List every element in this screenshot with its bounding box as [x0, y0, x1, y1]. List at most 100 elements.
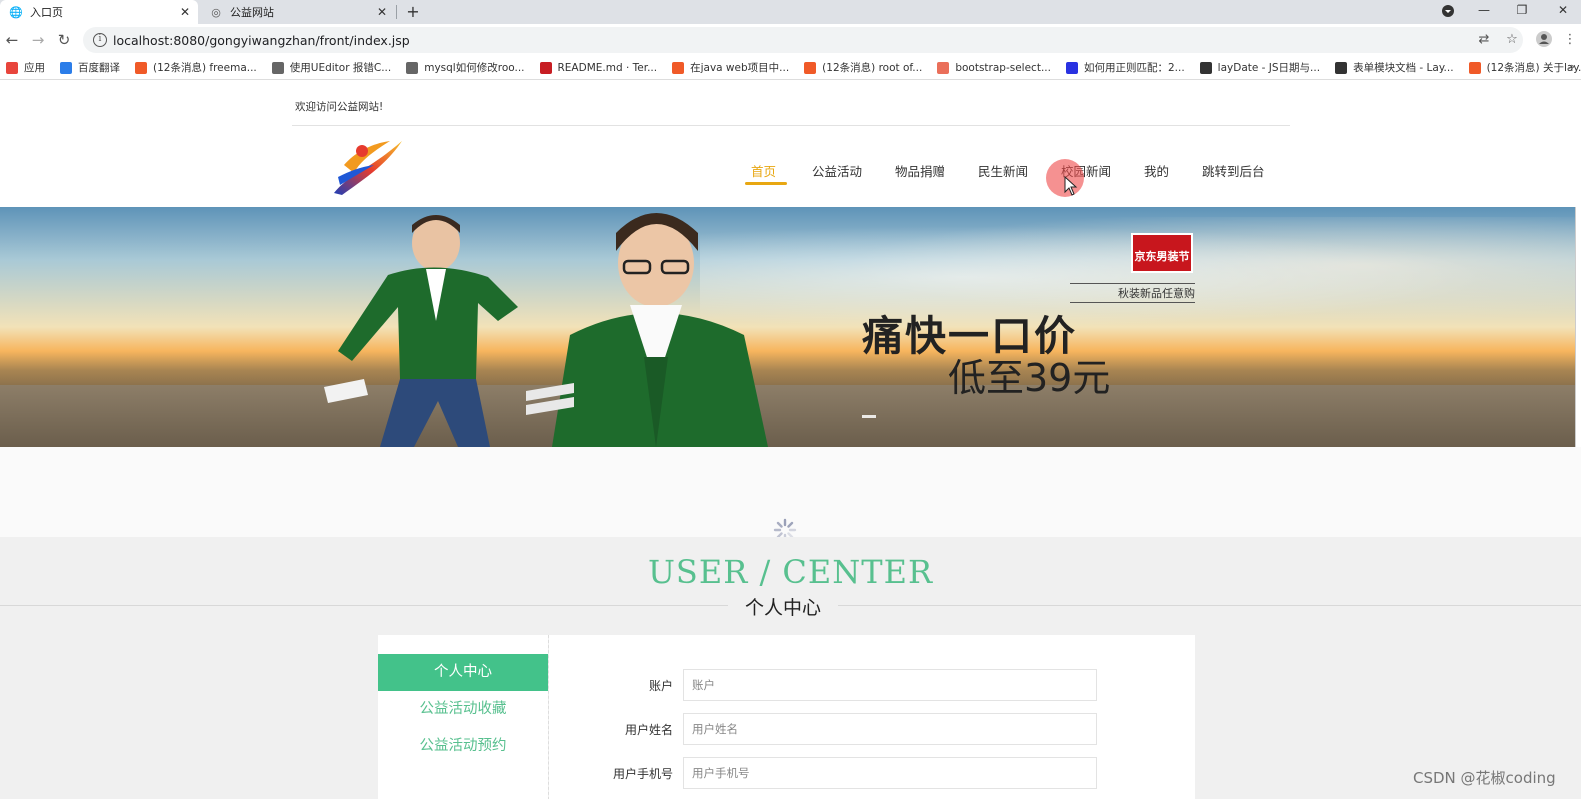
bookmark-label: README.md · Ter...: [557, 61, 658, 74]
site-info-icon[interactable]: i: [93, 33, 107, 47]
tab-separator: [396, 5, 397, 19]
bookmarks-overflow-icon[interactable]: »: [1568, 60, 1575, 73]
account-avatar-icon[interactable]: [1535, 31, 1553, 49]
header-divider: [292, 125, 1290, 126]
tab-label: 公益网站: [230, 6, 274, 19]
web-page: 欢迎访问公益网站! 首页 公益活动 物品捐赠 民生新闻 校园新闻 我的 跳转到后…: [0, 81, 1581, 799]
generic-site-icon: [271, 61, 284, 74]
more-menu-icon[interactable]: ⋮: [1561, 31, 1579, 49]
model-standing-image: [526, 213, 768, 447]
promo-banner[interactable]: 京东男装节 秋装新品任意购 痛快一口价 低至39元: [0, 207, 1581, 447]
nav-charity-activities[interactable]: 公益活动: [812, 161, 862, 180]
shield-site-icon: ◎: [211, 5, 221, 19]
bookmark-item[interactable]: 在java web项目中...: [672, 60, 789, 75]
bookmark-item[interactable]: mysql如何修改roo...: [406, 60, 525, 75]
browser-toolbar: ← → ↻ i localhost:8080/gongyiwangzhan/fr…: [0, 24, 1581, 56]
forward-icon[interactable]: →: [28, 30, 48, 50]
nav-mine[interactable]: 我的: [1144, 161, 1169, 180]
layui-icon: [1335, 61, 1348, 74]
menu-activity-favorites[interactable]: 公益活动收藏: [378, 691, 548, 728]
welcome-text: 欢迎访问公益网站!: [295, 101, 384, 113]
apps-grid-icon: [6, 61, 18, 74]
nav-item-donation[interactable]: 物品捐赠: [895, 161, 945, 180]
generic-site-icon: [406, 61, 419, 74]
bookmark-item[interactable]: (12条消息) 关于lay...: [1468, 60, 1581, 75]
browser-tab-active[interactable]: 🌐 入口页 ✕: [0, 0, 198, 24]
form-row-username: 用户姓名: [549, 713, 1195, 745]
banner-price: 低至39元: [948, 356, 1111, 400]
user-center-section: USER / CENTER 个人中心 个人中心 公益活动收藏 公益活动预约 账户…: [0, 537, 1581, 799]
address-bar[interactable]: i localhost:8080/gongyiwangzhan/front/in…: [83, 27, 1523, 53]
username-input[interactable]: [683, 713, 1097, 745]
reload-icon[interactable]: ↻: [54, 30, 74, 50]
username-label: 用户姓名: [624, 723, 673, 737]
bookmark-label: 如何用正则匹配：2...: [1083, 62, 1185, 74]
bookmark-label: 应用: [24, 62, 45, 74]
menu-personal-center[interactable]: 个人中心: [378, 654, 548, 691]
bookmark-label: 表单模块文档 - Lay...: [1353, 62, 1454, 74]
translate-icon[interactable]: ⇄: [1475, 31, 1493, 49]
bookmarks-bar: 应用 百度翻译 (12条消息) freema... 使用UEditor 报错C... m…: [0, 56, 1581, 80]
bookmark-item[interactable]: (12条消息) freema...: [135, 60, 257, 75]
bookmark-item[interactable]: layDate - JS日期与...: [1199, 60, 1321, 75]
bookmark-label: 在java web项目中...: [690, 62, 790, 74]
tab-close-icon[interactable]: ✕: [373, 5, 391, 19]
new-tab-icon[interactable]: +: [403, 1, 423, 23]
layui-icon: [1199, 61, 1212, 74]
bookmark-label: layDate - JS日期与...: [1217, 62, 1321, 74]
jd-mens-festival-badge: 京东男装节: [1131, 233, 1193, 273]
bookmark-star-icon[interactable]: ☆: [1503, 31, 1521, 49]
account-label: 账户: [648, 679, 673, 693]
bookmark-item[interactable]: 百度翻译: [60, 60, 120, 75]
gitee-icon: [539, 61, 552, 74]
bookmark-item[interactable]: 表单模块文档 - Lay...: [1335, 60, 1454, 75]
carousel-indicator[interactable]: [862, 415, 876, 418]
bookmark-item[interactable]: (12条消息) root of...: [804, 60, 922, 75]
bookmark-label: (12条消息) root of...: [822, 62, 923, 74]
tab-label: 入口页: [30, 6, 63, 19]
form-row-phone: 用户手机号: [549, 757, 1195, 789]
phone-input[interactable]: [683, 757, 1097, 789]
phone-label: 用户手机号: [612, 767, 673, 781]
mouse-cursor-icon: [1064, 176, 1078, 196]
form-row-account: 账户: [549, 669, 1195, 701]
account-input[interactable]: [683, 669, 1097, 701]
profile-form: 账户 用户姓名 用户手机号: [549, 635, 1195, 799]
bookmark-item[interactable]: 使用UEditor 报错C...: [271, 60, 391, 75]
csdn-icon: [135, 61, 147, 74]
browser-tab-inactive[interactable]: ◎ 公益网站 ✕: [200, 0, 395, 24]
bookmark-item[interactable]: bootstrap-select...: [937, 61, 1051, 74]
profile-menu-icon[interactable]: [1430, 0, 1466, 22]
csdn-icon: [672, 61, 685, 74]
nav-active-underline: [745, 182, 787, 185]
baidu-translate-icon: [60, 61, 72, 74]
user-center-menu: 个人中心 公益活动收藏 公益活动预约: [378, 635, 548, 799]
user-center-title: USER / CENTER: [647, 553, 934, 591]
bookmark-label: (12条消息) 关于lay...: [1486, 62, 1581, 74]
menu-activity-reservations[interactable]: 公益活动预约: [378, 728, 548, 765]
baidu-icon: [1065, 61, 1078, 74]
close-window-icon[interactable]: ✕: [1545, 0, 1581, 22]
globe-icon: 🌐: [9, 5, 23, 19]
restore-icon[interactable]: ❐: [1504, 0, 1540, 22]
user-center-subtitle: 个人中心: [728, 593, 838, 620]
bookmark-label: 百度翻译: [78, 62, 120, 74]
main-nav: 首页 公益活动 物品捐赠 民生新闻 校园新闻 我的 跳转到后台: [0, 161, 1581, 191]
bookmark-label: mysql如何修改roo...: [424, 62, 525, 74]
nav-go-to-admin[interactable]: 跳转到后台: [1202, 161, 1265, 180]
bookmark-item[interactable]: 应用: [6, 60, 45, 75]
bookmark-item[interactable]: README.md · Ter...: [539, 61, 658, 74]
url-text: localhost:8080/gongyiwangzhan/front/inde…: [113, 32, 410, 48]
nav-home[interactable]: 首页: [751, 161, 776, 180]
jianshu-icon: [937, 61, 950, 74]
nav-livelihood-news[interactable]: 民生新闻: [978, 161, 1028, 180]
bookmark-label: bootstrap-select...: [955, 61, 1051, 74]
back-icon[interactable]: ←: [2, 30, 22, 50]
banner-subtitle: 秋装新品任意购: [1070, 283, 1195, 303]
bookmark-label: (12条消息) freema...: [153, 62, 257, 74]
csdn-watermark: CSDN @花椒coding: [1413, 769, 1556, 787]
minimize-icon[interactable]: —: [1466, 0, 1502, 22]
bookmark-item[interactable]: 如何用正则匹配：2...: [1065, 60, 1185, 75]
tab-close-icon[interactable]: ✕: [176, 5, 194, 19]
csdn-icon: [1468, 61, 1481, 74]
